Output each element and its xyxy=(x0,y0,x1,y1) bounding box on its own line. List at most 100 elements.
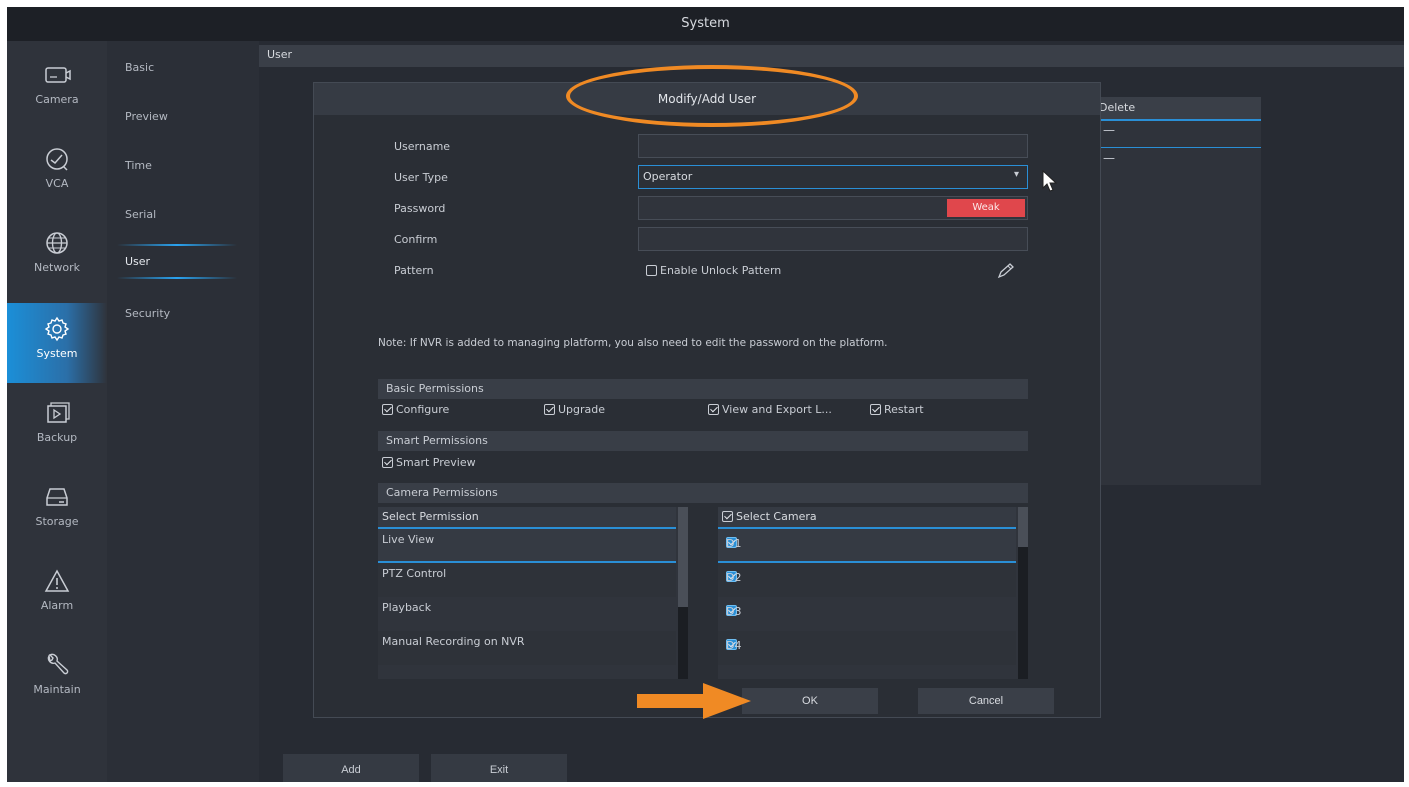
smart-preview-checkbox[interactable]: Smart Preview xyxy=(382,456,476,469)
subnav-item-preview[interactable]: Preview xyxy=(125,110,168,123)
nav-label: Alarm xyxy=(40,599,74,612)
nav-item-maintain[interactable]: Maintain xyxy=(7,639,107,719)
nav-item-alarm[interactable]: Alarm xyxy=(7,555,107,635)
smart-permissions-header: Smart Permissions xyxy=(378,431,1028,451)
camera-label: D1 xyxy=(726,537,742,550)
password-strength-badge: Weak xyxy=(947,199,1025,217)
sub-nav: Basic Preview Time Serial User Security xyxy=(107,41,259,782)
list-item[interactable]: PTZ Control xyxy=(378,563,676,597)
select-camera-checkbox[interactable]: Select Camera xyxy=(722,510,817,523)
nav-item-storage[interactable]: Storage xyxy=(7,471,107,551)
restart-checkbox[interactable]: Restart xyxy=(870,403,924,416)
active-indicator xyxy=(117,244,237,246)
subnav-item-security[interactable]: Security xyxy=(125,307,170,320)
checkbox-label: View and Export L... xyxy=(722,403,832,416)
nav-label: Camera xyxy=(35,93,79,106)
upgrade-checkbox[interactable]: Upgrade xyxy=(544,403,605,416)
chevron-down-icon: ▾ xyxy=(1013,169,1019,180)
checkbox-icon xyxy=(646,265,657,276)
list-item[interactable]: Live View xyxy=(378,529,676,563)
subnav-item-user[interactable]: User xyxy=(125,255,150,268)
camera-label: D2 xyxy=(726,571,742,584)
globe-icon xyxy=(46,232,68,254)
checkbox-icon xyxy=(382,404,393,415)
main-nav: Camera VCA Network System Backup Storage… xyxy=(7,41,107,782)
camera-scrollbar[interactable] xyxy=(1018,507,1028,679)
nav-item-system[interactable]: System xyxy=(7,303,107,383)
subnav-item-time[interactable]: Time xyxy=(125,159,152,172)
user-type-label: User Type xyxy=(394,171,448,184)
camera-label: D3 xyxy=(726,605,742,618)
camera-label: D4 xyxy=(726,639,742,652)
checkbox-label: Smart Preview xyxy=(396,456,476,469)
add-button[interactable]: Add xyxy=(283,754,419,782)
user-type-select[interactable]: Operator ▾ xyxy=(638,165,1028,189)
nav-label: Storage xyxy=(35,515,79,528)
confirm-password-field[interactable] xyxy=(638,227,1028,251)
select-permission-header: Select Permission xyxy=(378,507,676,529)
camera-list: Select Camera D1 D2 D3 D4 xyxy=(718,507,1028,679)
exit-button[interactable]: Exit xyxy=(431,754,567,782)
warning-icon xyxy=(44,569,70,592)
nav-item-camera[interactable]: Camera xyxy=(7,49,107,129)
nav-label: VCA xyxy=(45,177,69,190)
list-item[interactable]: D4 xyxy=(718,631,1016,665)
scroll-thumb[interactable] xyxy=(678,507,688,607)
header-label: Select Camera xyxy=(736,510,817,523)
nav-item-network[interactable]: Network xyxy=(7,217,107,297)
pattern-label: Pattern xyxy=(394,264,434,277)
section-header: User xyxy=(259,45,1404,67)
basic-permissions-title: Basic Permissions xyxy=(386,382,484,395)
annotation-oval xyxy=(566,65,858,127)
mouse-cursor-icon xyxy=(1042,170,1058,192)
section-title: User xyxy=(267,48,293,61)
modify-add-user-dialog: Modify/Add User Username User Type Opera… xyxy=(313,65,1101,718)
password-label: Password xyxy=(394,202,446,215)
delete-cell[interactable]: — xyxy=(1103,151,1115,165)
enable-pattern-label: Enable Unlock Pattern xyxy=(660,264,782,277)
pencil-icon[interactable] xyxy=(996,263,1016,279)
smart-permissions-title: Smart Permissions xyxy=(386,434,488,447)
nav-item-backup[interactable]: Backup xyxy=(7,387,107,467)
checkbox-icon xyxy=(870,404,881,415)
active-indicator xyxy=(117,277,237,279)
header-label: Select Permission xyxy=(382,510,479,523)
select-camera-header[interactable]: Select Camera xyxy=(718,507,1016,529)
nav-label: Maintain xyxy=(33,683,81,696)
camera-permissions-header: Camera Permissions xyxy=(378,483,1028,503)
nav-label: System xyxy=(36,347,78,360)
vca-icon xyxy=(46,148,68,171)
password-field[interactable]: Weak xyxy=(638,196,1028,220)
list-item[interactable]: D2 xyxy=(718,563,1016,597)
list-item[interactable]: D1 xyxy=(718,529,1016,563)
subnav-item-basic[interactable]: Basic xyxy=(125,61,154,74)
cancel-button[interactable]: Cancel xyxy=(918,688,1054,714)
configure-checkbox[interactable]: Configure xyxy=(382,403,449,416)
annotation-arrow-icon xyxy=(637,683,751,719)
nav-item-vca[interactable]: VCA xyxy=(7,133,107,213)
gear-icon xyxy=(44,316,70,342)
backup-icon xyxy=(47,402,70,423)
list-item[interactable]: Manual Recording on NVR xyxy=(378,631,676,665)
permission-label: Live View xyxy=(382,533,435,546)
enable-unlock-pattern-checkbox[interactable]: Enable Unlock Pattern xyxy=(646,264,781,277)
user-type-value: Operator xyxy=(643,170,693,183)
permission-scrollbar[interactable] xyxy=(678,507,688,679)
subnav-item-serial[interactable]: Serial xyxy=(125,208,156,221)
confirm-label: Confirm xyxy=(394,233,438,246)
ok-button[interactable]: OK xyxy=(742,688,878,714)
checkbox-icon xyxy=(382,457,393,468)
basic-permissions-header: Basic Permissions xyxy=(378,379,1028,399)
list-item[interactable]: D3 xyxy=(718,597,1016,631)
camera-permissions-title: Camera Permissions xyxy=(386,486,498,499)
checkbox-label: Upgrade xyxy=(558,403,606,416)
delete-cell[interactable]: — xyxy=(1103,123,1115,137)
view-export-log-checkbox[interactable]: View and Export L... xyxy=(708,403,832,416)
scroll-thumb[interactable] xyxy=(1018,507,1028,547)
app-window: System Camera VCA Network System Backup … xyxy=(7,7,1404,782)
username-field[interactable] xyxy=(638,134,1028,158)
checkbox-icon xyxy=(722,511,733,522)
platform-note: Note: If NVR is added to managing platfo… xyxy=(378,337,888,349)
list-item[interactable]: Playback xyxy=(378,597,676,631)
nav-label: Backup xyxy=(36,431,78,444)
